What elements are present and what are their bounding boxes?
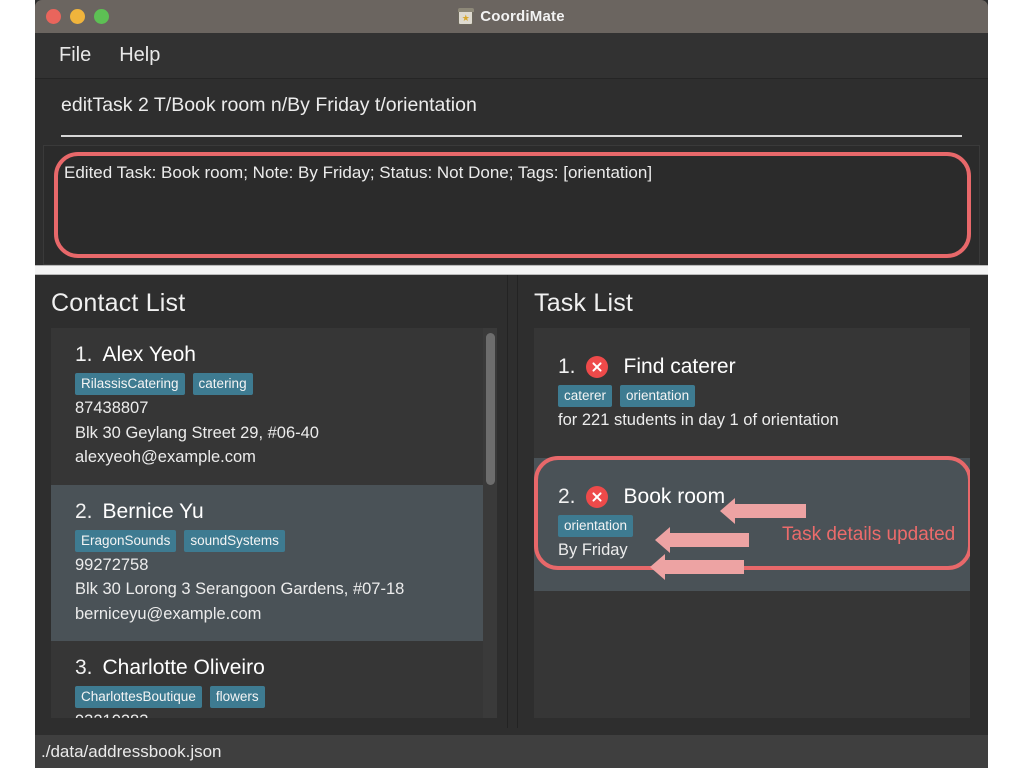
task-list-view[interactable]: 1. Find caterer caterer orientation for … [534,328,970,718]
contact-tag: RilassisCatering [75,373,185,395]
status-bar: ./data/addressbook.json [35,735,988,768]
contact-email: berniceyu@example.com [75,603,481,626]
task-tag: orientation [558,515,633,537]
annotation-arrow-note [664,560,744,574]
contact-address: Blk 30 Lorong 3 Serangoon Gardens, #07-1… [75,578,481,601]
panel-divider [508,275,518,728]
contact-list-title: Contact List [35,275,507,328]
task-index: 2. [558,484,576,510]
contact-card[interactable]: 3. Charlotte Oliveiro CharlottesBoutique… [51,641,497,718]
command-input-underline [61,135,962,137]
contact-list-scrollbar-thumb[interactable] [486,333,495,485]
app-window: CoordiMate File Help editTask 2 T/Book r… [35,0,988,735]
status-bar-path: ./data/addressbook.json [41,742,222,762]
contact-card-head: 2. Bernice Yu [75,499,481,525]
contact-index: 2. [75,499,93,525]
contact-tag: soundSystems [184,530,285,552]
task-title: Book room [624,484,726,510]
annotation-arrow-title [734,504,806,518]
result-display-text: Edited Task: Book room; Note: By Friday;… [64,162,959,184]
task-list-panel: Task List 1. Find caterer caterer orient… [518,275,988,728]
calendar-star-icon [458,8,473,25]
task-list-title: Task List [518,275,988,328]
contact-tag-row: EragonSounds soundSystems [75,530,481,552]
window-title: CoordiMate [480,8,565,25]
task-tag: orientation [620,385,695,407]
contact-tag: catering [193,373,253,395]
contact-index: 1. [75,342,93,368]
task-card-head: 1. Find caterer [558,354,954,380]
command-input[interactable]: editTask 2 T/Book room n/By Friday t/ori… [61,93,962,117]
task-title: Find caterer [624,354,736,380]
contact-tag: flowers [210,686,265,708]
result-display-box: Edited Task: Book room; Note: By Friday;… [43,145,980,265]
task-tag: caterer [558,385,612,407]
task-status-not-done-icon[interactable] [586,486,608,508]
contact-name: Alex Yeoh [103,342,196,368]
contact-card[interactable]: 2. Bernice Yu EragonSounds soundSystems … [51,485,497,642]
menu-item-file[interactable]: File [59,44,91,67]
annotation-arrow-tag [669,533,749,547]
command-input-area: editTask 2 T/Book room n/By Friday t/ori… [35,79,988,127]
contact-tag-row: CharlottesBoutique flowers [75,686,481,708]
contact-list-view[interactable]: 1. Alex Yeoh RilassisCatering catering 8… [51,328,497,718]
contact-tag: CharlottesBoutique [75,686,202,708]
contact-email: alexyeoh@example.com [75,446,481,469]
window-title-group: CoordiMate [35,0,988,33]
annotation-label: Task details updated [782,524,955,546]
contact-phone: 99272758 [75,554,481,577]
contact-phone: 87438807 [75,397,481,420]
contact-index: 3. [75,655,93,681]
screenshot-root: CoordiMate File Help editTask 2 T/Book r… [0,0,1024,768]
contact-list-panel: Contact List 1. Alex Yeoh RilassisCateri… [35,275,508,728]
contact-tag: EragonSounds [75,530,176,552]
contact-phone: 93210283 [75,710,481,718]
contact-address: Blk 30 Geylang Street 29, #06-40 [75,422,481,445]
contact-name: Charlotte Oliveiro [103,655,265,681]
task-index: 1. [558,354,576,380]
task-status-not-done-icon[interactable] [586,356,608,378]
panels-container: Contact List 1. Alex Yeoh RilassisCateri… [35,275,988,728]
contact-card-head: 1. Alex Yeoh [75,342,481,368]
contact-card-head: 3. Charlotte Oliveiro [75,655,481,681]
panel-splitter[interactable] [35,265,988,275]
contact-list-scrollbar[interactable] [483,328,497,718]
task-note: for 221 students in day 1 of orientation [558,409,954,432]
menu-bar: File Help [35,33,988,79]
contact-tag-row: RilassisCatering catering [75,373,481,395]
menu-item-help[interactable]: Help [119,44,160,67]
task-card[interactable]: 1. Find caterer caterer orientation for … [534,328,970,458]
task-tag-row: caterer orientation [558,385,954,407]
title-bar: CoordiMate [35,0,988,33]
contact-card[interactable]: 1. Alex Yeoh RilassisCatering catering 8… [51,328,497,485]
contact-name: Bernice Yu [103,499,204,525]
